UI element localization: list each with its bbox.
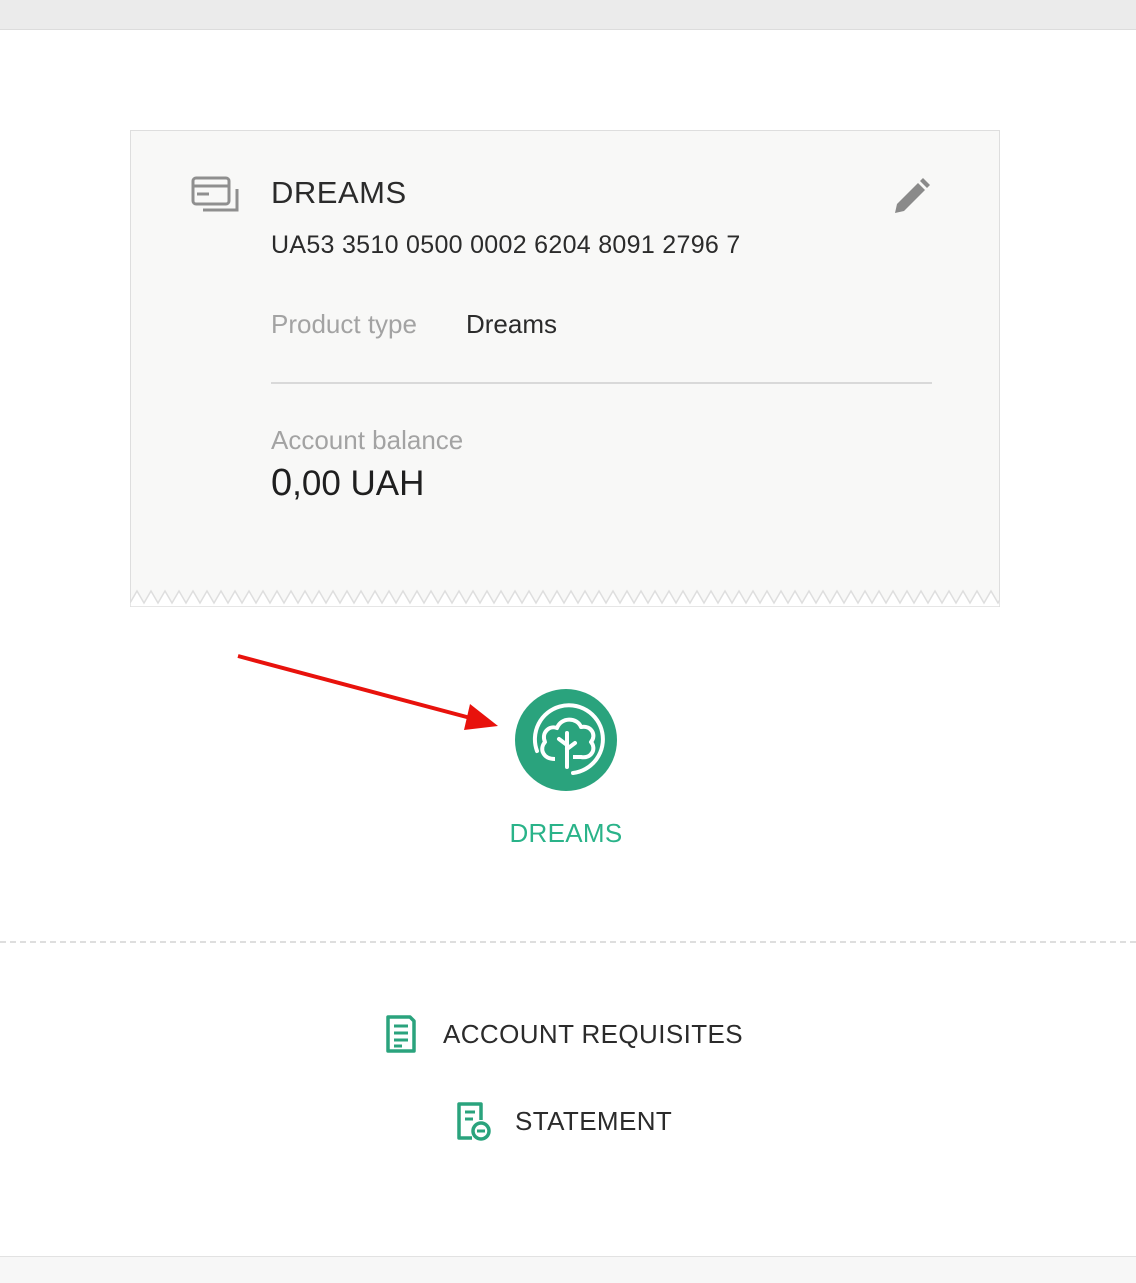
product-type-value: Dreams [466,309,558,339]
product-type-label: Product type [271,309,417,339]
top-bar [0,0,1136,30]
dreams-button[interactable] [515,689,617,791]
card-zigzag-edge [130,589,1000,607]
edit-button[interactable] [887,175,933,221]
annotation-arrow [237,654,498,730]
balance-integer: 0 [271,462,293,504]
divider [271,382,932,384]
document-icon [386,1015,416,1053]
account-requisites-label: ACCOUNT REQUISITES [443,1018,743,1049]
dashed-separator [0,941,1136,943]
account-requisites-button[interactable]: ACCOUNT REQUISITES [383,1013,743,1055]
pencil-icon [895,178,930,213]
card-icon [191,176,239,212]
balance-currency: UAH [350,464,425,503]
balance-fraction: ,00 [292,464,341,503]
statement-label: STATEMENT [515,1105,673,1136]
statement-button[interactable]: STATEMENT [455,1100,672,1142]
cloud-tree-icon [532,703,605,775]
account-iban: UA53 3510 0500 0002 6204 8091 2796 7 [271,231,741,259]
account-card: DREAMS UA53 3510 0500 0002 6204 8091 279… [130,130,1000,605]
balance-amount: 0,00 UAH [271,462,424,505]
account-name: DREAMS [271,175,407,210]
bottom-bar [0,1256,1136,1283]
balance-label: Account balance [271,425,464,455]
statement-icon [457,1102,491,1141]
dreams-button-label[interactable]: DREAMS [460,818,672,849]
